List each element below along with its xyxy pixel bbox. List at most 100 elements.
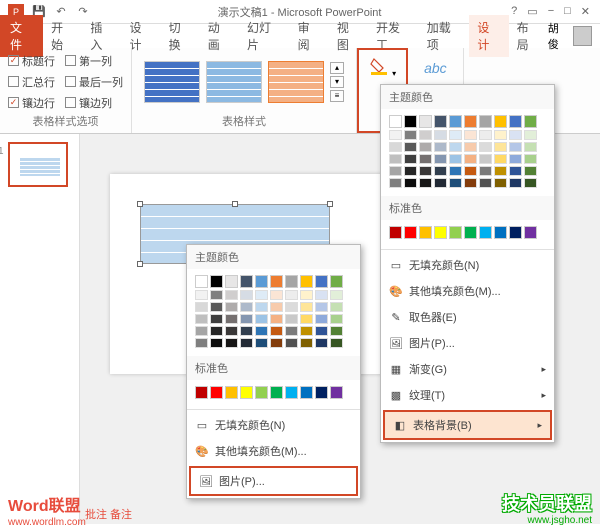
color-swatch[interactable] [389,115,402,128]
color-swatch[interactable] [479,226,492,239]
color-swatch[interactable] [404,226,417,239]
table-style-more[interactable]: ▴▾≡ [330,62,344,102]
color-swatch[interactable] [300,290,313,300]
color-swatch[interactable] [464,142,477,152]
user-name[interactable]: 胡俊 [548,20,569,52]
color-swatch[interactable] [494,142,507,152]
color-swatch[interactable] [270,275,283,288]
color-swatch[interactable] [449,130,462,140]
color-swatch[interactable] [315,314,328,324]
avatar[interactable] [573,26,592,46]
color-swatch[interactable] [419,178,432,188]
color-swatch[interactable] [270,290,283,300]
color-swatch[interactable] [240,290,253,300]
color-swatch[interactable] [270,338,283,348]
color-swatch[interactable] [195,326,208,336]
color-swatch[interactable] [255,290,268,300]
color-swatch[interactable] [509,142,522,152]
color-swatch[interactable] [434,226,447,239]
color-swatch[interactable] [315,338,328,348]
color-swatch[interactable] [210,386,223,399]
color-swatch[interactable] [419,154,432,164]
color-swatch[interactable] [464,115,477,128]
color-swatch[interactable] [330,275,343,288]
color-swatch[interactable] [404,115,417,128]
color-swatch[interactable] [240,326,253,336]
color-swatch[interactable] [464,166,477,176]
color-swatch[interactable] [330,290,343,300]
close-icon[interactable]: ✕ [581,5,590,18]
color-swatch[interactable] [464,130,477,140]
no-fill-item-2[interactable]: ▭无填充颜色(N) [187,412,360,438]
color-swatch[interactable] [389,166,402,176]
check-first-col[interactable]: 第一列 [65,52,123,69]
color-swatch[interactable] [419,226,432,239]
color-swatch[interactable] [195,302,208,312]
color-swatch[interactable] [225,338,238,348]
color-swatch[interactable] [270,302,283,312]
color-swatch[interactable] [270,386,283,399]
color-swatch[interactable] [285,290,298,300]
color-swatch[interactable] [464,178,477,188]
picture-item[interactable]: 🖼图片(P)... [381,330,554,356]
color-swatch[interactable] [404,178,417,188]
color-swatch[interactable] [210,275,223,288]
color-swatch[interactable] [434,115,447,128]
color-swatch[interactable] [300,275,313,288]
color-swatch[interactable] [449,226,462,239]
color-swatch[interactable] [479,178,492,188]
color-swatch[interactable] [300,338,313,348]
color-swatch[interactable] [494,130,507,140]
table-background-item[interactable]: ◧表格背景(B)▸ [383,410,552,440]
no-fill-item[interactable]: ▭无填充颜色(N) [381,252,554,278]
color-swatch[interactable] [404,130,417,140]
color-swatch[interactable] [270,326,283,336]
minimize-icon[interactable]: − [548,5,554,18]
color-swatch[interactable] [404,166,417,176]
color-swatch[interactable] [389,178,402,188]
color-swatch[interactable] [330,302,343,312]
color-swatch[interactable] [389,226,402,239]
check-total-row[interactable]: 汇总行 [8,73,55,90]
color-swatch[interactable] [494,166,507,176]
color-swatch[interactable] [524,142,537,152]
color-swatch[interactable] [464,226,477,239]
color-swatch[interactable] [524,178,537,188]
gradient-item[interactable]: ▦渐变(G)▸ [381,356,554,382]
color-swatch[interactable] [315,302,328,312]
color-swatch[interactable] [449,154,462,164]
color-swatch[interactable] [419,115,432,128]
color-swatch[interactable] [300,326,313,336]
color-swatch[interactable] [240,275,253,288]
color-swatch[interactable] [434,178,447,188]
color-swatch[interactable] [225,302,238,312]
color-swatch[interactable] [270,314,283,324]
more-colors-item[interactable]: 🎨其他填充颜色(M)... [381,278,554,304]
color-swatch[interactable] [195,314,208,324]
more-colors-item-2[interactable]: 🎨其他填充颜色(M)... [187,438,360,464]
color-swatch[interactable] [509,226,522,239]
color-swatch[interactable] [434,154,447,164]
color-swatch[interactable] [509,178,522,188]
color-swatch[interactable] [225,275,238,288]
color-swatch[interactable] [195,338,208,348]
color-swatch[interactable] [449,142,462,152]
color-swatch[interactable] [255,314,268,324]
color-swatch[interactable] [419,166,432,176]
color-swatch[interactable] [195,275,208,288]
table-style-2[interactable] [206,61,262,103]
color-swatch[interactable] [315,275,328,288]
eyedropper-item[interactable]: ✎取色器(E) [381,304,554,330]
color-swatch[interactable] [479,166,492,176]
color-swatch[interactable] [240,314,253,324]
color-swatch[interactable] [240,302,253,312]
color-swatch[interactable] [285,314,298,324]
check-banded-col[interactable]: 镶边列 [65,94,123,111]
color-swatch[interactable] [315,290,328,300]
tab-table-layout[interactable]: 布局 [509,15,548,57]
check-header-row[interactable]: ✓标题行 [8,52,55,69]
color-swatch[interactable] [225,326,238,336]
color-swatch[interactable] [509,166,522,176]
color-swatch[interactable] [494,178,507,188]
color-swatch[interactable] [210,302,223,312]
